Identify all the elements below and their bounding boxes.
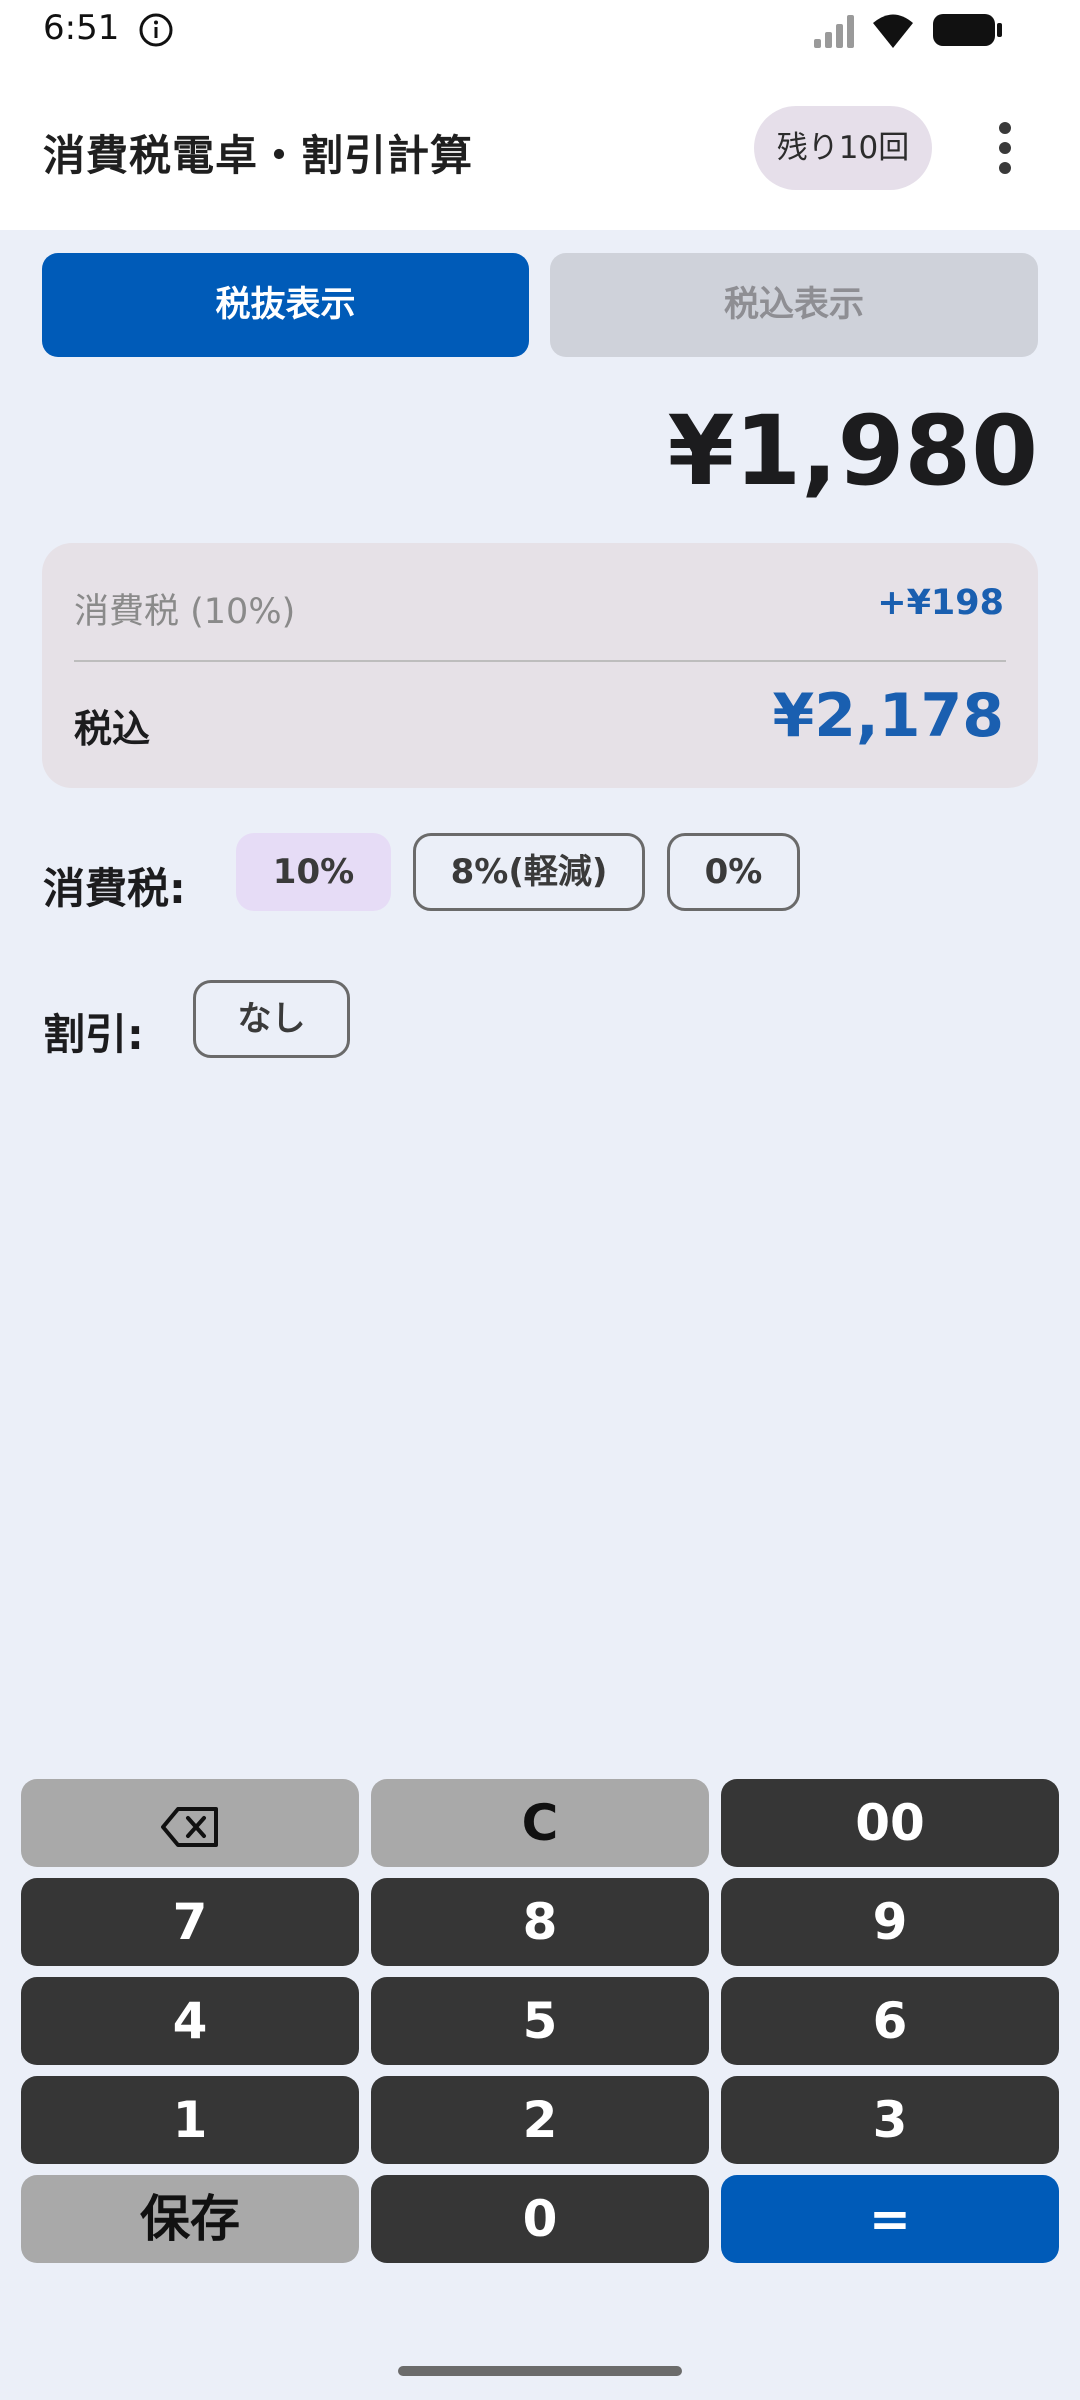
app-bar: 消費税電卓・割引計算 残り10回	[0, 64, 1080, 230]
discount-option-none[interactable]: なし	[193, 980, 350, 1058]
backspace-button[interactable]	[21, 1779, 359, 1867]
tax-rate-label: 消費税:	[43, 864, 186, 913]
double-zero-button[interactable]: 00	[721, 1779, 1059, 1867]
app-title: 消費税電卓・割引計算	[43, 131, 474, 180]
tax-rate-option-10[interactable]: 10%	[236, 833, 391, 911]
key-2[interactable]: 2	[371, 2076, 709, 2164]
status-time: 6:51	[43, 8, 120, 48]
info-icon	[139, 13, 173, 47]
key-9[interactable]: 9	[721, 1878, 1059, 1966]
equals-button[interactable]: =	[721, 2175, 1059, 2263]
key-1[interactable]: 1	[21, 2076, 359, 2164]
remaining-count-chip[interactable]: 残り10回	[754, 106, 932, 190]
tab-tax-included[interactable]: 税込表示	[550, 253, 1038, 357]
tax-rate-option-0[interactable]: 0%	[667, 833, 800, 911]
backspace-icon	[161, 1806, 218, 1847]
main-amount-display: ¥1,980	[667, 395, 1038, 507]
wifi-icon	[873, 14, 913, 48]
save-button[interactable]: 保存	[21, 2175, 359, 2263]
battery-icon	[933, 14, 1002, 46]
key-3[interactable]: 3	[721, 2076, 1059, 2164]
tax-included-amount: ¥2,178	[772, 681, 1004, 751]
key-5[interactable]: 5	[371, 1977, 709, 2065]
divider	[74, 660, 1006, 662]
home-indicator[interactable]	[398, 2366, 682, 2376]
clear-button[interactable]: C	[371, 1779, 709, 1867]
key-8[interactable]: 8	[371, 1878, 709, 1966]
key-0[interactable]: 0	[371, 2175, 709, 2263]
tab-tax-excluded[interactable]: 税抜表示	[42, 253, 529, 357]
signal-icon	[814, 15, 854, 48]
more-options-icon[interactable]	[990, 122, 1020, 182]
tax-amount: +¥198	[877, 583, 1004, 623]
tax-summary-card: 消費税 (10%) +¥198 税込 ¥2,178	[42, 543, 1038, 788]
tax-included-label: 税込	[74, 707, 151, 751]
tax-rate-option-8-reduced[interactable]: 8%(軽減)	[413, 833, 645, 911]
discount-label: 割引:	[43, 1010, 144, 1059]
status-bar: 6:51	[0, 0, 1080, 64]
key-4[interactable]: 4	[21, 1977, 359, 2065]
tax-label: 消費税 (10%)	[74, 592, 296, 632]
key-6[interactable]: 6	[721, 1977, 1059, 2065]
key-7[interactable]: 7	[21, 1878, 359, 1966]
